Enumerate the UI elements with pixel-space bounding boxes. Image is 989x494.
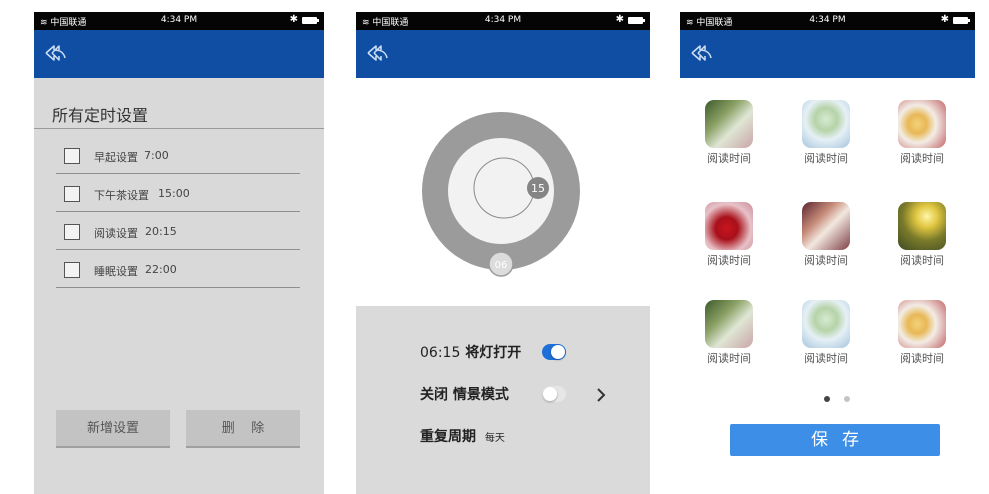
back-icon[interactable] <box>364 41 390 67</box>
scene-item[interactable]: 阅读时间 <box>892 300 952 366</box>
dessert-photo-icon <box>802 100 850 148</box>
light-on-time: 06:15 <box>420 345 461 361</box>
status-bar: ≋ 中国联通 4:34 PM ✱ <box>356 12 650 30</box>
scene-item[interactable]: 阅读时间 <box>796 100 856 166</box>
battery-icon <box>302 17 319 24</box>
back-icon[interactable] <box>42 41 68 67</box>
scene-item[interactable]: 阅读时间 <box>892 100 952 166</box>
minute-value: 15 <box>531 182 545 195</box>
scene-caption: 阅读时间 <box>707 152 751 165</box>
scene-mode-label: 情景模式 <box>452 387 509 403</box>
rose-photo-icon <box>705 202 753 250</box>
scene-caption: 阅读时间 <box>804 254 848 267</box>
nav-bar <box>34 30 324 78</box>
scene-item[interactable]: 阅读时间 <box>892 202 952 268</box>
scene-caption: 阅读时间 <box>707 254 751 267</box>
cake-plate-photo-icon <box>898 300 946 348</box>
timer-label: 早起设置 <box>94 151 138 164</box>
nav-bar <box>680 30 975 78</box>
battery-icon <box>953 17 970 24</box>
timer-detail-screen: ≋ 中国联通 4:34 PM ✱ 15 06 06:15 将灯打开 关闭 情景模… <box>356 12 650 494</box>
scene-item[interactable]: 阅读时间 <box>699 202 759 268</box>
timer-label: 阅读设置 <box>94 227 138 240</box>
time-dial-area: 15 06 <box>356 78 650 306</box>
bluetooth-icon: ✱ <box>940 14 949 25</box>
scene-item[interactable]: 阅读时间 <box>796 202 856 268</box>
repeat-label: 重复周期 <box>420 429 476 445</box>
repeat-value: 每天 <box>484 433 505 444</box>
time-dial[interactable]: 15 06 <box>356 78 650 306</box>
scene-grid-screen: ≋ 中国联通 4:34 PM ✱ 阅读时间 阅读时间 阅读时间 阅读时间 阅读时… <box>680 12 975 494</box>
timer-checkbox[interactable] <box>64 186 80 202</box>
timer-label: 睡眠设置 <box>94 265 138 278</box>
page-indicator[interactable] <box>844 396 850 402</box>
add-setting-button[interactable]: 新增设置 <box>56 410 170 448</box>
scene-item[interactable]: 阅读时间 <box>699 300 759 366</box>
timer-time: 15:00 <box>158 187 190 200</box>
scene-mode-toggle[interactable] <box>542 386 566 402</box>
timer-list-screen: ≋ 中国联通 4:34 PM ✱ 所有定时设置 早起设置 7:00 下午茶设置 … <box>34 12 324 494</box>
scene-item[interactable]: 阅读时间 <box>796 300 856 366</box>
clock: 4:34 PM <box>160 15 198 25</box>
hour-value: 06 <box>495 260 508 271</box>
light-on-label: 将灯打开 <box>465 345 522 361</box>
scene-caption: 阅读时间 <box>900 352 944 365</box>
status-bar: ≋ 中国联通 4:34 PM ✱ <box>34 12 324 30</box>
settings-panel: 06:15 将灯打开 关闭 情景模式 重复周期 每天 <box>356 306 650 494</box>
light-on-row: 06:15 将灯打开 <box>420 342 521 362</box>
timer-label: 下午茶设置 <box>94 189 149 202</box>
scene-caption: 阅读时间 <box>900 254 944 267</box>
save-button[interactable]: 保存 <box>730 424 940 456</box>
timer-checkbox[interactable] <box>64 148 80 164</box>
scene-caption: 阅读时间 <box>707 352 751 365</box>
timer-time: 22:00 <box>145 263 177 276</box>
room-photo-icon <box>802 202 850 250</box>
timer-row[interactable]: 阅读设置 20:15 <box>56 212 300 250</box>
sunset-photo-icon <box>898 202 946 250</box>
scene-caption: 阅读时间 <box>804 152 848 165</box>
timer-row[interactable]: 下午茶设置 15:00 <box>56 174 300 212</box>
page-title: 所有定时设置 <box>52 106 149 125</box>
timer-checkbox[interactable] <box>64 224 80 240</box>
bluetooth-icon: ✱ <box>289 14 298 25</box>
scene-close-label: 关闭 <box>420 387 448 403</box>
timer-time: 20:15 <box>145 225 177 238</box>
timer-checkbox[interactable] <box>64 262 80 278</box>
chevron-right-icon[interactable] <box>596 388 606 402</box>
cake-plate-photo-icon <box>898 100 946 148</box>
clock: 4:34 PM <box>484 15 522 25</box>
delete-button[interactable]: 删 除 <box>186 410 300 448</box>
divider <box>34 128 324 129</box>
scene-caption: 阅读时间 <box>900 152 944 165</box>
scene-caption: 阅读时间 <box>804 352 848 365</box>
timer-time: 7:00 <box>144 149 169 162</box>
bluetooth-icon: ✱ <box>615 14 624 25</box>
nav-bar <box>356 30 650 78</box>
back-icon[interactable] <box>688 41 714 67</box>
page-indicator-active[interactable] <box>824 396 830 402</box>
clock: 4:34 PM <box>809 15 846 25</box>
timer-row[interactable]: 早起设置 7:00 <box>56 136 300 174</box>
light-on-toggle[interactable] <box>542 344 566 360</box>
status-bar: ≋ 中国联通 4:34 PM ✱ <box>680 12 975 30</box>
toggle-knob <box>543 387 557 401</box>
bookshelf-photo-icon <box>705 100 753 148</box>
toggle-knob <box>551 345 565 359</box>
timer-row[interactable]: 睡眠设置 22:00 <box>56 250 300 288</box>
bookshelf-photo-icon <box>705 300 753 348</box>
scene-mode-row: 关闭 情景模式 <box>420 384 509 404</box>
battery-icon <box>628 17 645 24</box>
dessert-photo-icon <box>802 300 850 348</box>
scene-item[interactable]: 阅读时间 <box>699 100 759 166</box>
repeat-row[interactable]: 重复周期 每天 <box>420 426 505 446</box>
